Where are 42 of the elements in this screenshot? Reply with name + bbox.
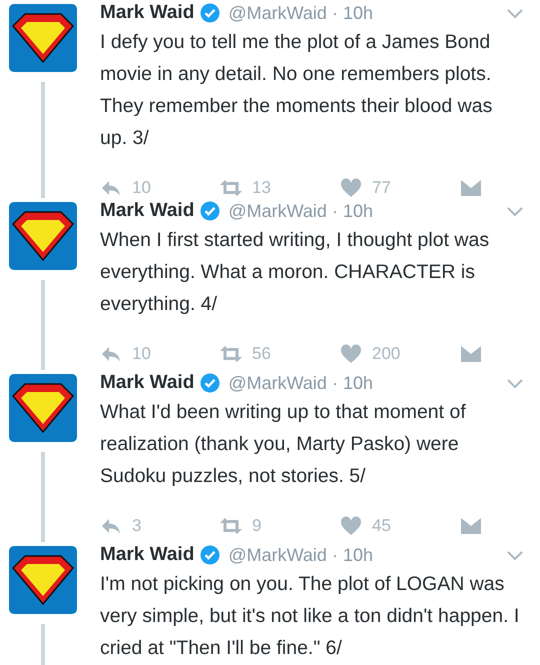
caret-icon[interactable]	[506, 549, 524, 561]
caret-icon[interactable]	[506, 377, 524, 389]
retweet-icon	[220, 344, 242, 364]
tweet-text: When I first started writing, I thought plot was everything. What a moron. CHARACTER is everything. 4/	[100, 228, 490, 317]
author-handle: @MarkWaid · 10h	[228, 2, 373, 24]
author-name[interactable]: Mark Waid	[100, 544, 194, 566]
like-button[interactable]: 45	[340, 516, 460, 536]
retweet-icon	[220, 516, 242, 536]
message-icon[interactable]	[460, 178, 482, 198]
reply-button[interactable]: 3	[100, 516, 220, 536]
avatar-icon[interactable]	[9, 202, 77, 270]
avatar-icon[interactable]	[9, 546, 77, 614]
heart-icon	[340, 178, 362, 198]
author-name[interactable]: Mark Waid	[100, 2, 194, 24]
avatar-icon[interactable]	[9, 4, 77, 72]
avatar-icon[interactable]	[9, 374, 77, 442]
like-button[interactable]: 200	[340, 344, 460, 364]
heart-icon	[340, 516, 362, 536]
caret-icon[interactable]	[506, 7, 524, 19]
verified-badge-icon	[200, 373, 220, 393]
retweet-button[interactable]: 9	[220, 516, 340, 536]
retweet-button[interactable]: 13	[220, 178, 340, 198]
like-button[interactable]: 77	[340, 178, 460, 198]
verified-badge-icon	[200, 3, 220, 23]
caret-icon[interactable]	[506, 205, 524, 217]
reply-button[interactable]: 10	[100, 344, 220, 364]
tweet-text: What I'd been writing up to that moment of realization (thank you, Marty Pasko) were Sudoku puzzles, not stories. 5/	[100, 400, 467, 489]
author-handle: @MarkWaid · 10h	[228, 372, 373, 394]
message-icon[interactable]	[460, 344, 482, 364]
author-handle: @MarkWaid · 10h	[228, 200, 373, 222]
tweet-text: I'm not picking on you. The plot of LOGAN was very simple, but it's not like a ton didn't happen. I cried at "Then I'll be fine." 6/	[100, 572, 520, 661]
retweet-icon	[220, 178, 242, 198]
author-handle: @MarkWaid · 10h	[228, 544, 373, 566]
verified-badge-icon	[200, 545, 220, 565]
author-name[interactable]: Mark Waid	[100, 372, 194, 394]
reply-button[interactable]: 10	[100, 178, 220, 198]
retweet-button[interactable]: 56	[220, 344, 340, 364]
message-icon[interactable]	[460, 516, 482, 536]
author-name[interactable]: Mark Waid	[100, 200, 194, 222]
heart-icon	[340, 344, 362, 364]
tweet-text: I defy you to tell me the plot of a James Bond movie in any detail. No one remembers plots. They remember the moments their blood was up. 3/	[100, 30, 494, 151]
verified-badge-icon	[200, 201, 220, 221]
